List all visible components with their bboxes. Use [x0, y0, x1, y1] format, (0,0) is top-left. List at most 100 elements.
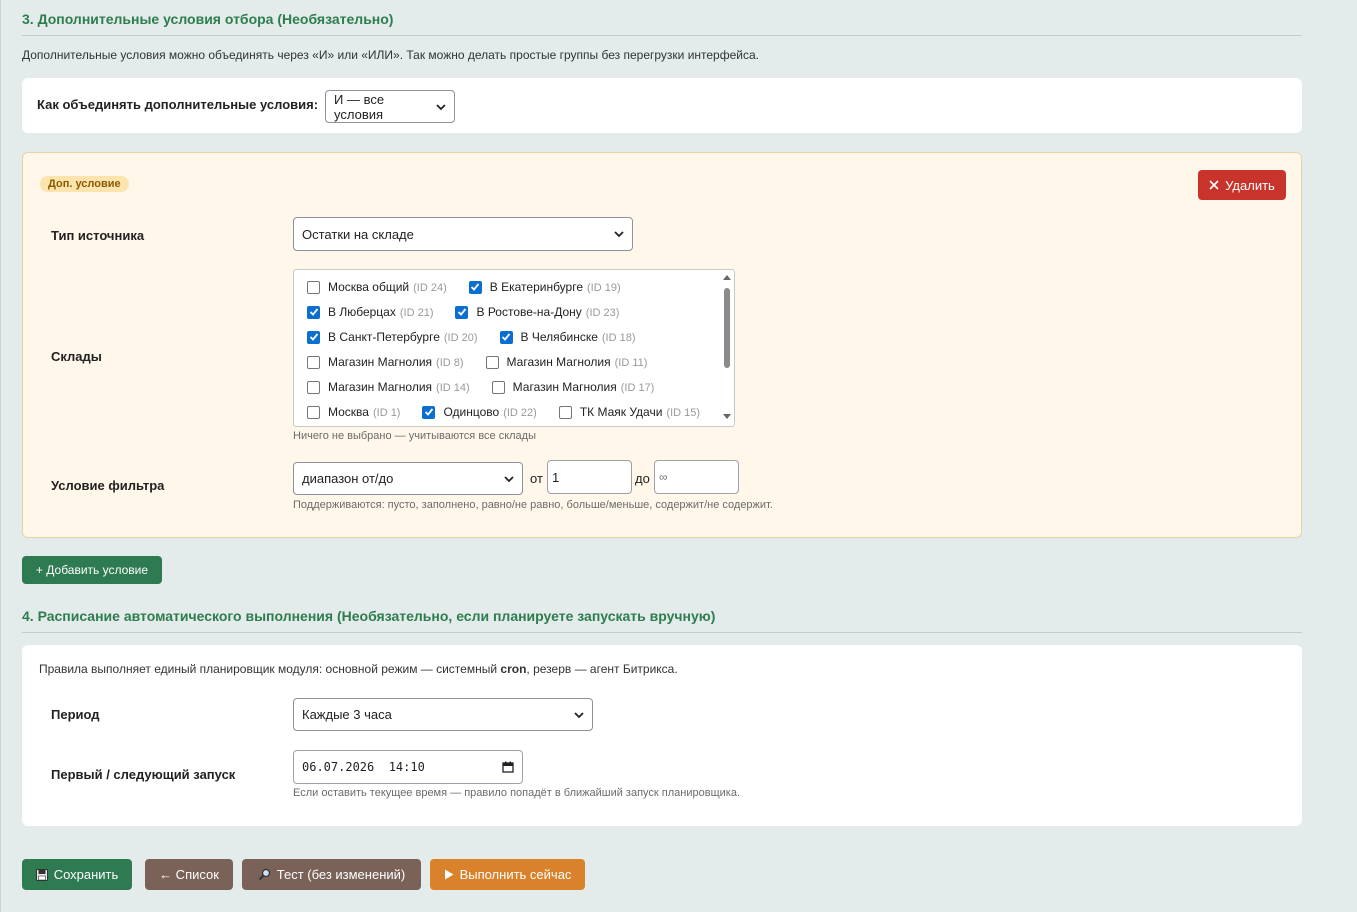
- warehouse-name: В Челябинске: [520, 330, 598, 344]
- warehouse-name: Магазин Магнолия: [328, 380, 433, 394]
- next-run-label: Первый / следующий запуск: [51, 767, 236, 782]
- scroll-down-icon[interactable]: [723, 414, 731, 420]
- warehouse-checkbox[interactable]: [307, 380, 320, 394]
- warehouse-item[interactable]: Москва (ID 1): [307, 405, 400, 419]
- period-select[interactable]: Каждые 3 часа: [293, 698, 593, 731]
- warehouse-id: (ID 24): [413, 282, 447, 294]
- to-label: до: [635, 471, 650, 486]
- warehouse-name: Москва общий: [328, 280, 410, 294]
- warehouse-checkbox[interactable]: [307, 280, 320, 294]
- delete-condition-button[interactable]: Удалить: [1198, 170, 1286, 200]
- chevron-down-icon: [614, 231, 624, 238]
- warehouse-item[interactable]: Одинцово (ID 22): [422, 405, 537, 419]
- section-4-title: 4. Расписание автоматического выполнения…: [22, 608, 716, 624]
- warehouse-row: В Санкт-Петербурге (ID 20) В Челябинске (I…: [307, 330, 636, 344]
- warehouse-item[interactable]: В Люберцах (ID 21): [307, 305, 433, 319]
- warehouse-name: ТК Маяк Удачи: [579, 405, 663, 419]
- warehouse-checkbox[interactable]: [558, 405, 572, 419]
- filter-label: Условие фильтра: [51, 478, 165, 493]
- warehouse-checkbox[interactable]: [422, 405, 436, 419]
- to-input[interactable]: ∞: [654, 460, 739, 494]
- check-icon: [309, 333, 318, 341]
- next-run-value: 06.07.2026 14:10: [302, 760, 425, 774]
- warehouse-name: В Санкт-Петербурге: [328, 330, 440, 344]
- warehouse-id: (ID 23): [585, 307, 620, 319]
- warehouse-checkbox[interactable]: [468, 280, 482, 294]
- to-input-placeholder: ∞: [659, 470, 668, 484]
- warehouse-checkbox[interactable]: [499, 330, 513, 344]
- section-3-description: Дополнительные условия можно объединять …: [22, 48, 759, 62]
- floppy-disk-icon: [35, 868, 48, 881]
- warehouse-item[interactable]: Магазин Магнолия (ID 17): [491, 380, 654, 394]
- period-label: Период: [51, 707, 100, 722]
- test-button[interactable]: Тест (без изменений): [242, 859, 421, 890]
- next-run-input[interactable]: 06.07.2026 14:10: [293, 750, 523, 784]
- scheduler-note-prefix: Правила выполняет единый планировщик мод…: [39, 662, 501, 676]
- warehouse-id: (ID 21): [399, 307, 434, 319]
- check-icon: [501, 333, 511, 341]
- warehouse-checkbox[interactable]: [491, 380, 505, 394]
- scheduler-note-cron: cron: [500, 662, 527, 676]
- source-type-value: Остатки на складе: [302, 226, 414, 242]
- listbox-scrollbar[interactable]: [720, 270, 734, 426]
- magnifier-icon: [258, 868, 270, 881]
- warehouse-name: Магазин Магнолия: [506, 355, 611, 369]
- warehouse-row: Магазин Магнолия (ID 14) Магазин Магнолия…: [307, 380, 654, 394]
- warehouse-id: (ID 8): [436, 357, 464, 369]
- warehouse-name: Магазин Магнолия: [512, 380, 617, 394]
- warehouse-item[interactable]: В Санкт-Петербурге (ID 20): [307, 330, 478, 344]
- scroll-up-icon[interactable]: [723, 274, 731, 280]
- chevron-down-icon: [574, 711, 584, 718]
- close-icon: [1209, 180, 1219, 190]
- warehouse-name: Одинцово: [443, 405, 500, 419]
- combine-select[interactable]: И — все условия: [325, 90, 455, 123]
- scheduler-note-suffix: , резерв — агент Битрикса.: [526, 662, 678, 676]
- run-now-button[interactable]: Выполнить сейчас: [430, 859, 585, 890]
- warehouse-checkbox[interactable]: [307, 405, 320, 419]
- section-4-divider: [22, 632, 1302, 633]
- add-condition-button[interactable]: + Добавить условие: [22, 556, 162, 584]
- warehouse-checkbox[interactable]: [307, 355, 320, 369]
- warehouse-name: В Люберцах: [328, 305, 396, 319]
- warehouse-name: Москва: [328, 405, 369, 419]
- warehouse-item[interactable]: Магазин Магнолия (ID 14): [307, 380, 470, 394]
- warehouse-item[interactable]: Магазин Магнолия (ID 8): [307, 355, 464, 369]
- warehouse-id: (ID 14): [436, 382, 470, 394]
- combine-select-value: И — все условия: [334, 91, 385, 122]
- warehouse-item[interactable]: Магазин Магнолия (ID 11): [485, 355, 648, 369]
- warehouse-item[interactable]: В Челябинске (ID 18): [499, 330, 636, 344]
- run-now-label: Выполнить сейчас: [459, 867, 572, 882]
- warehouse-checkbox[interactable]: [307, 305, 320, 319]
- warehouse-name: В Екатеринбурге: [489, 280, 584, 294]
- warehouse-name: Магазин Магнолия: [328, 355, 433, 369]
- calendar-icon[interactable]: [502, 761, 514, 773]
- period-select-value: Каждые 3 часа: [302, 707, 392, 722]
- warehouse-checkbox[interactable]: [485, 355, 499, 369]
- warehouse-row: Москва (ID 1) Одинцово (ID 22) ТК Маяк Уда…: [307, 405, 700, 419]
- list-button[interactable]: ← Список: [145, 859, 233, 890]
- save-button[interactable]: Сохранить: [22, 859, 132, 890]
- warehouse-id: (ID 15): [666, 407, 701, 419]
- from-input[interactable]: 1: [547, 460, 632, 494]
- section-3-divider: [22, 35, 1302, 36]
- warehouse-item[interactable]: В Ростове-на-Дону (ID 23): [455, 305, 619, 319]
- warehouse-item[interactable]: ТК Маяк Удачи (ID 15): [558, 405, 701, 419]
- source-type-select[interactable]: Остатки на складе: [293, 217, 633, 251]
- warehouses-label: Склады: [51, 349, 102, 364]
- delete-condition-label: Удалить: [1225, 177, 1275, 193]
- warehouse-id: (ID 11): [614, 357, 648, 369]
- warehouse-row: Магазин Магнолия (ID 8) Магазин Магнолия(…: [307, 355, 647, 369]
- condition-badge: Доп. условие: [40, 176, 129, 192]
- warehouses-listbox[interactable]: Москва общий (ID 24) В Екатеринбурге (ID 1…: [293, 269, 735, 427]
- warehouse-row: В Люберцах (ID 21) В Ростове-на-Дону (ID 2…: [307, 305, 619, 319]
- warehouse-id: (ID 22): [503, 407, 537, 419]
- warehouse-checkbox[interactable]: [307, 330, 320, 344]
- scrollbar-thumb[interactable]: [724, 288, 730, 368]
- warehouse-item[interactable]: Москва общий (ID 24): [307, 280, 447, 294]
- schedule-card: Правила выполняет единый планировщик мод…: [22, 645, 1302, 826]
- check-icon: [471, 283, 480, 291]
- filter-select[interactable]: диапазон от/до: [293, 462, 523, 495]
- next-run-hint: Если оставить текущее время — правило по…: [293, 787, 741, 799]
- warehouse-checkbox[interactable]: [455, 305, 469, 319]
- warehouse-item[interactable]: В Екатеринбурге (ID 19): [468, 280, 621, 294]
